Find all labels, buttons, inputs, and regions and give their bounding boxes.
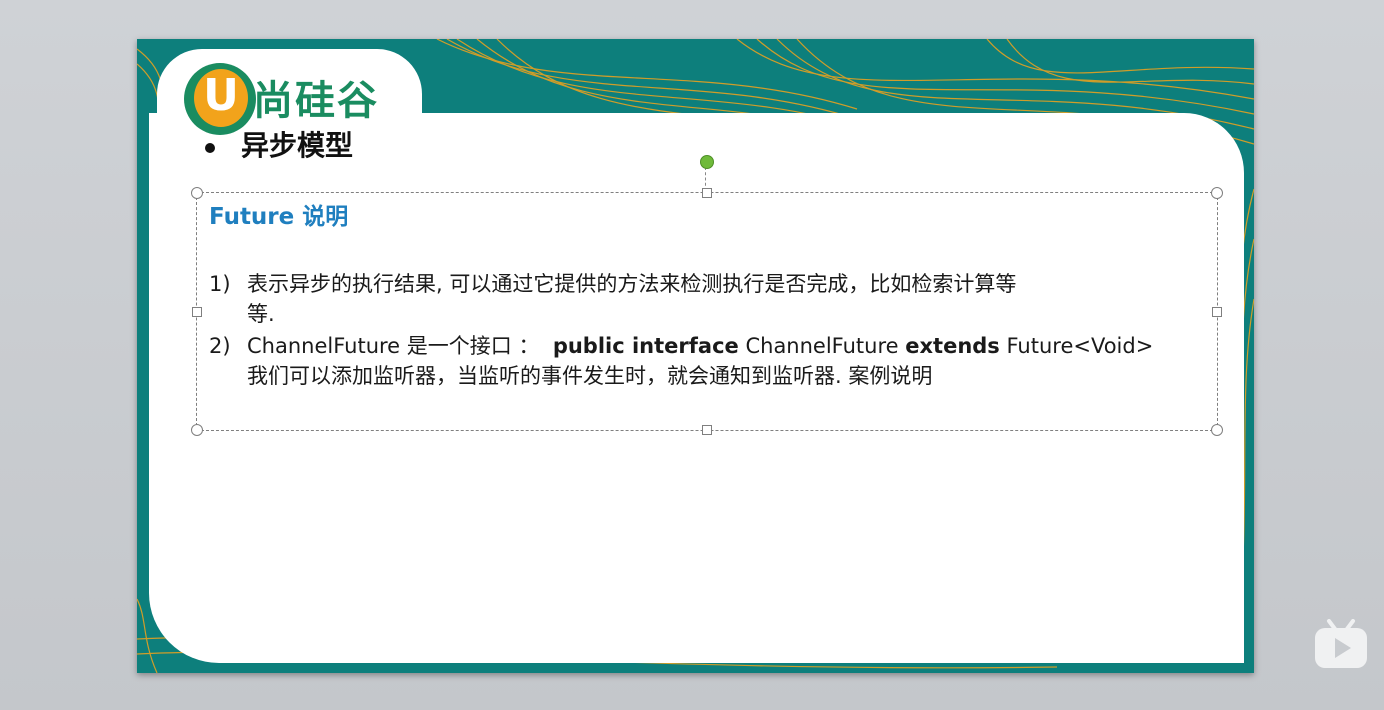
logo-text: 尚硅谷	[253, 78, 379, 124]
list-text: ChannelFuture 是一个接口 ：	[247, 334, 540, 358]
tv-play-icon	[1315, 619, 1367, 668]
list-number: 2)	[209, 334, 231, 358]
selected-text-box[interactable]: Future 说明 1) 表示异步的执行结果, 可以通过它提供的方法来检测执行是否…	[191, 187, 1223, 436]
list-item-continuation: 等.	[247, 302, 275, 326]
resize-handle-top[interactable]	[702, 188, 712, 198]
resize-handle-bottom-left[interactable]	[191, 424, 203, 436]
resize-handle-top-left[interactable]	[191, 187, 203, 199]
resize-handle-top-right[interactable]	[1211, 187, 1223, 199]
resize-handle-right[interactable]	[1212, 307, 1222, 317]
list-item-continuation: 我们可以添加监听器，当监听的事件发生时，就会通知到监听器. 案例说明	[247, 364, 933, 388]
keyword: extends	[905, 334, 1000, 358]
list-number: 1)	[209, 272, 231, 296]
rotate-handle-icon[interactable]	[700, 155, 714, 169]
type-name: Future<Void>	[1006, 334, 1154, 358]
logo-letter: U	[203, 70, 239, 121]
slide[interactable]: U 尚硅谷 异步模型 Future 说明 1) 表示异步的执行结果, 可以通过它提…	[137, 39, 1254, 673]
bullet-icon	[205, 143, 215, 153]
resize-handle-bottom-right[interactable]	[1211, 424, 1223, 436]
list-text: 表示异步的执行结果, 可以通过它提供的方法来检测执行是否完成，比如检索计算等	[247, 272, 1017, 296]
resize-handle-left[interactable]	[192, 307, 202, 317]
class-name: ChannelFuture	[745, 334, 899, 358]
resize-handle-bottom[interactable]	[702, 425, 712, 435]
logo: U 尚硅谷	[157, 49, 422, 139]
keyword: public interface	[552, 334, 739, 358]
textbox-heading: Future 说明	[209, 204, 349, 230]
list-item: 2) ChannelFuture 是一个接口 ： public interface…	[209, 331, 1153, 361]
presentation-canvas: U 尚硅谷 异步模型 Future 说明 1) 表示异步的执行结果, 可以通过它提…	[0, 0, 1384, 710]
slide-title[interactable]: 异步模型	[241, 129, 353, 163]
list-item: 1) 表示异步的执行结果, 可以通过它提供的方法来检测执行是否完成，比如检索计算等	[209, 269, 1016, 299]
